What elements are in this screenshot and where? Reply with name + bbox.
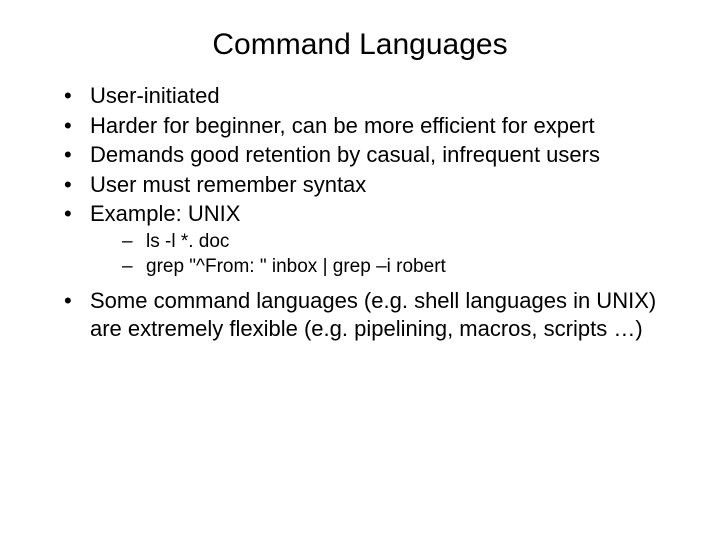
list-item: Some command languages (e.g. shell langu… — [60, 287, 660, 342]
list-item: Demands good retention by casual, infreq… — [60, 141, 660, 169]
list-item: ls -l *. doc — [90, 230, 660, 254]
bullet-text: Some command languages (e.g. shell langu… — [90, 288, 656, 341]
list-item: User-initiated — [60, 82, 660, 110]
sub-bullet-list: ls -l *. doc grep "^From: " inbox | grep… — [90, 230, 660, 280]
bullet-text: Demands good retention by casual, infreq… — [90, 142, 600, 167]
slide: Command Languages User-initiated Harder … — [0, 0, 720, 540]
slide-content: User-initiated Harder for beginner, can … — [0, 82, 720, 342]
bullet-text: Harder for beginner, can be more efficie… — [90, 113, 595, 138]
list-item: Example: UNIX ls -l *. doc grep "^From: … — [60, 200, 660, 279]
bullet-list: User-initiated Harder for beginner, can … — [60, 82, 660, 342]
slide-title: Command Languages — [0, 0, 720, 82]
list-item: User must remember syntax — [60, 171, 660, 199]
sub-bullet-text: ls -l *. doc — [146, 231, 229, 252]
list-item: Harder for beginner, can be more efficie… — [60, 112, 660, 140]
sub-bullet-text: grep "^From: " inbox | grep –i robert — [146, 256, 446, 277]
bullet-text: Example: UNIX — [90, 201, 240, 226]
bullet-text: User must remember syntax — [90, 172, 366, 197]
bullet-text: User-initiated — [90, 83, 220, 108]
list-item: grep "^From: " inbox | grep –i robert — [90, 255, 660, 279]
